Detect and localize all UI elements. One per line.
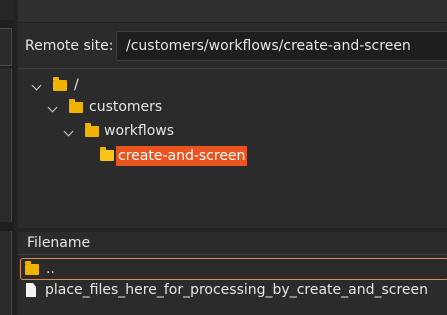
chevron-down-icon[interactable]	[31, 80, 42, 91]
chevron-down-icon[interactable]	[63, 126, 74, 137]
local-pane-edge	[0, 0, 14, 315]
folder-open-icon	[100, 147, 114, 161]
remote-directory-tree[interactable]: / customers workflows create-and-screen	[18, 68, 447, 229]
file-name: ..	[46, 261, 55, 277]
remote-site-panel: Remote site: / customers workflows creat…	[0, 0, 447, 315]
file-row-parent-dir[interactable]: ..	[20, 258, 447, 280]
folder-icon	[69, 99, 83, 113]
folder-icon	[85, 123, 99, 137]
local-site-edge	[0, 28, 12, 66]
tree-item-label: customers	[89, 99, 163, 115]
remote-site-path-input[interactable]	[116, 31, 447, 61]
folder-icon	[25, 261, 39, 275]
local-file-list-edge	[0, 231, 12, 315]
column-header-filename[interactable]: Filename	[18, 232, 447, 255]
remote-site-bar: Remote site:	[18, 26, 447, 68]
file-row[interactable]: place_files_here_for_processing_by_creat…	[20, 280, 447, 302]
top-bar	[18, 0, 447, 23]
column-header-label: Filename	[27, 235, 91, 251]
tree-item-label: create-and-screen	[116, 146, 248, 166]
file-icon	[26, 283, 36, 297]
chevron-down-icon[interactable]	[47, 102, 58, 113]
remote-file-list[interactable]: Filename .. place_files_here_for_process…	[18, 232, 447, 315]
local-tree-edge	[0, 68, 12, 222]
folder-icon	[53, 77, 67, 91]
file-name: place_files_here_for_processing_by_creat…	[45, 282, 429, 298]
tree-item-label: /	[74, 77, 79, 93]
local-toolbar-edge	[0, 0, 14, 20]
tree-item-label: workflows	[104, 123, 175, 139]
remote-site-label: Remote site:	[25, 38, 114, 54]
